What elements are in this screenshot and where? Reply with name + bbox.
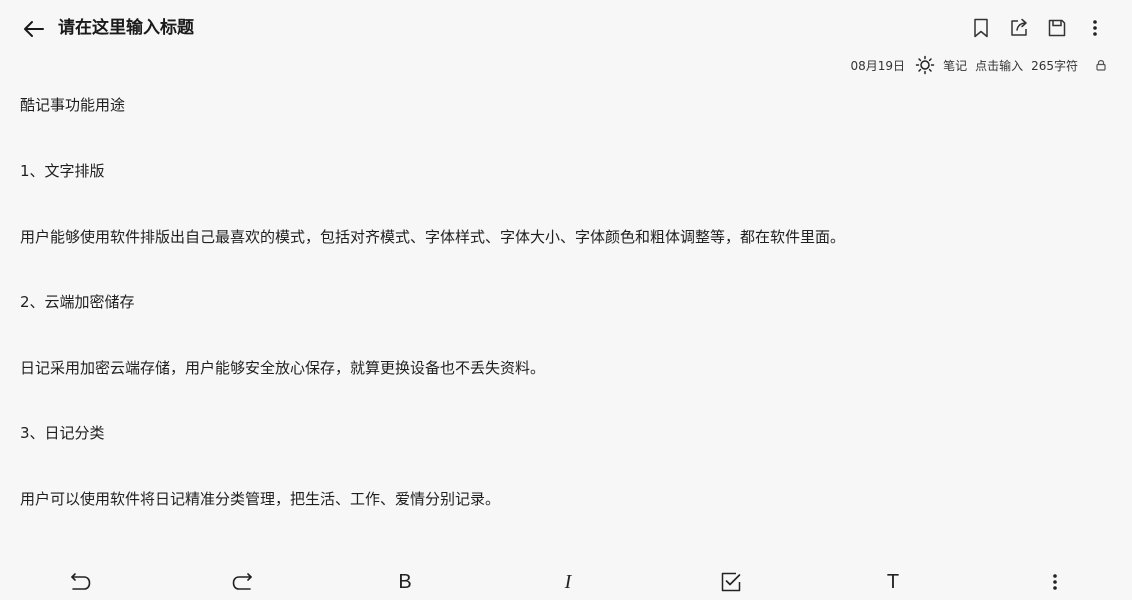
undo-button[interactable] [66,568,94,596]
save-button[interactable] [1038,14,1076,42]
italic-button[interactable]: I [554,568,582,596]
toolbar-more-button[interactable] [1041,568,1069,596]
share-icon [1011,18,1027,36]
top-bar: 请在这里输入标题 08月19日 笔记 点击输入 265字符 [0,0,1132,75]
more-button[interactable] [1076,14,1114,42]
section-heading: 2、云端加密储存 [20,293,135,311]
format-toolbar: B I T [0,562,1132,600]
back-button[interactable] [18,15,48,43]
undo-icon [71,573,91,590]
bookmark-icon [974,18,988,38]
bold-icon: B [398,570,412,593]
italic-icon: I [564,570,572,593]
save-icon [1048,19,1066,37]
note-date: 08月19日 [850,58,906,73]
note-title[interactable]: 请在这里输入标题 [58,16,194,40]
sun-icon [915,55,935,75]
more-vertical-icon [1093,20,1097,36]
note-meta: 08月19日 笔记 点击输入 265字符 [851,55,1108,75]
input-hint: 点击输入 [975,58,1024,73]
body-paragraph: 用户可以使用软件将日记精准分类管理，把生活、工作、爱情分别记录。 [20,490,501,508]
lock-button[interactable] [1096,58,1108,72]
top-actions [962,14,1114,42]
section-heading: 3、日记分类 [20,424,105,442]
bold-button[interactable]: B [391,568,419,596]
body-paragraph: 日记采用加密云端存储，用户能够安全放心保存，就算更换设备也不丢失资料。 [20,359,546,377]
char-count: 265字符 [1031,58,1078,73]
section-heading: 1、文字排版 [20,162,105,180]
text-style-icon: T [886,570,900,593]
text-style-button[interactable]: T [879,568,907,596]
lock-icon [1096,60,1106,71]
share-button[interactable] [1000,14,1038,42]
back-arrow-icon [24,21,44,37]
redo-button[interactable] [229,568,257,596]
note-category[interactable]: 笔记 [943,57,967,74]
checklist-button[interactable] [717,568,745,596]
bookmark-button[interactable] [962,14,1000,42]
body-paragraph: 用户能够使用软件排版出自己最喜欢的模式，包括对齐模式、字体样式、字体大小、字体颜… [20,228,846,246]
checkbox-icon [721,572,741,592]
redo-icon [232,573,252,590]
more-vertical-icon [1053,574,1057,590]
theme-toggle[interactable] [915,55,935,75]
note-heading: 酷记事功能用途 [20,96,126,114]
